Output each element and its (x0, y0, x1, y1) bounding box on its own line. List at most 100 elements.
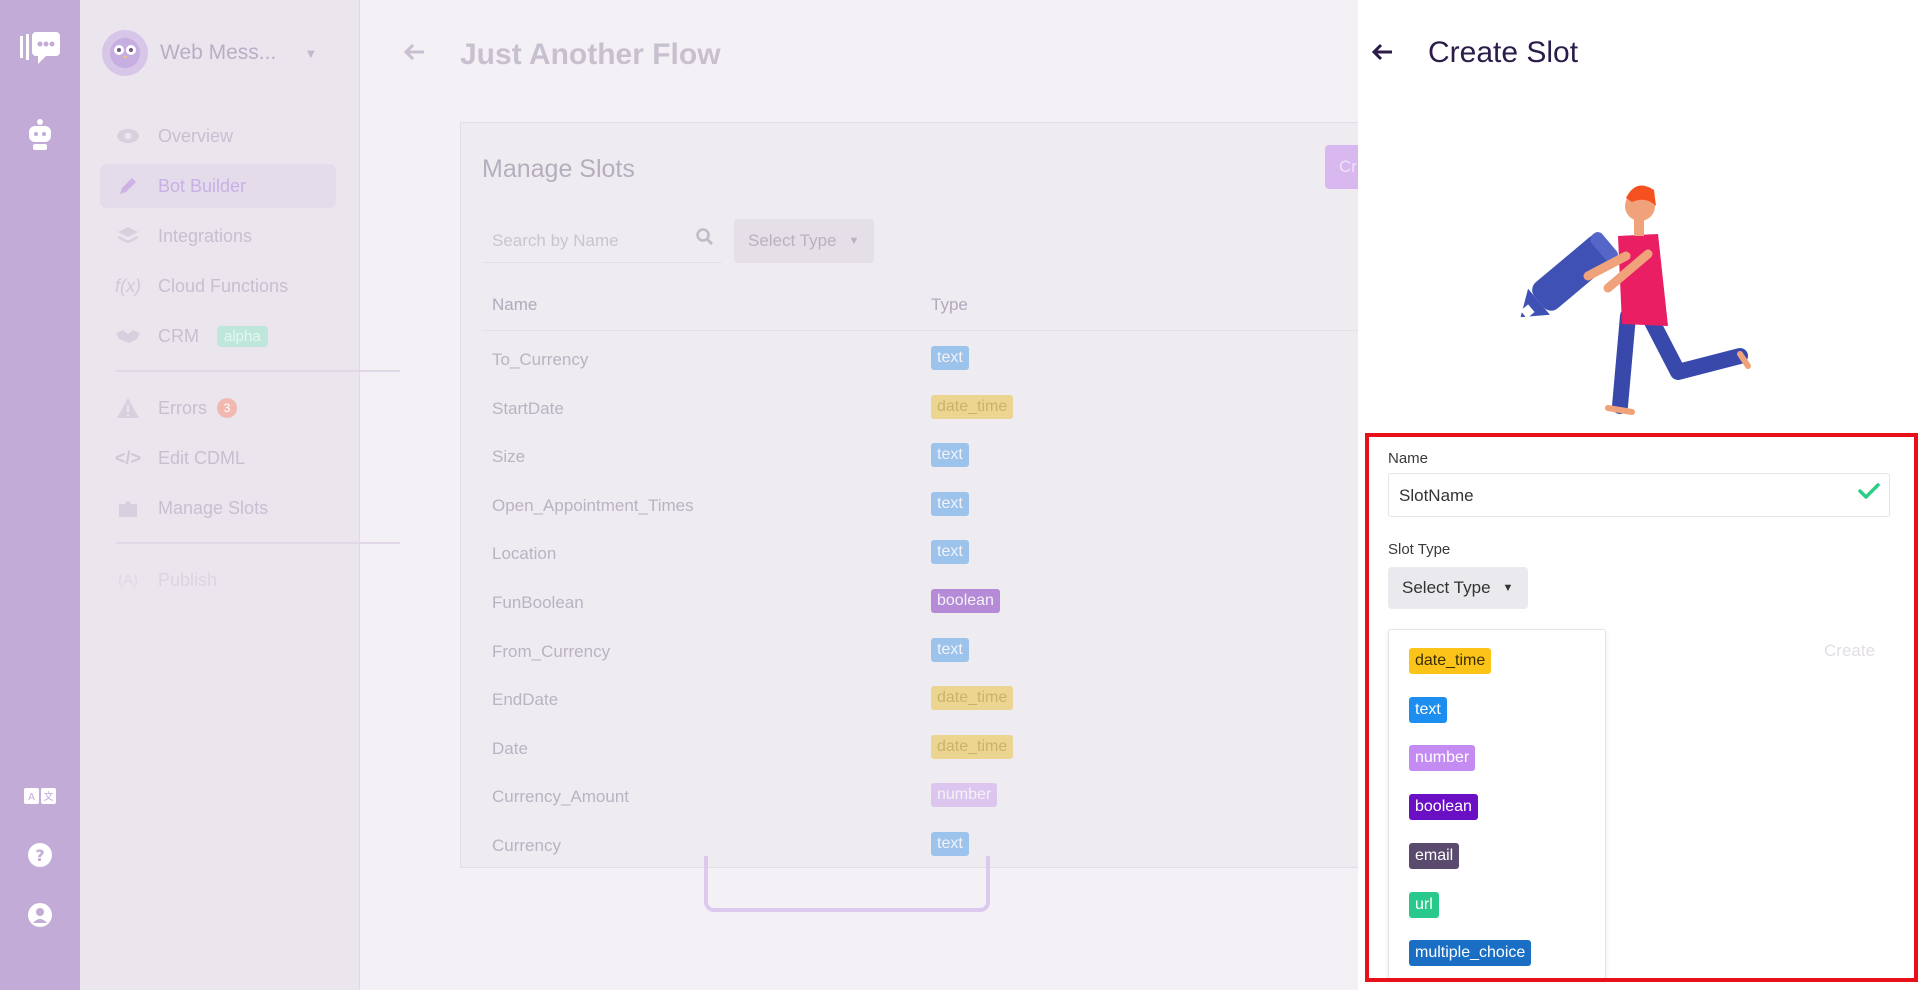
chevron-down-icon: ▼ (304, 45, 318, 61)
bot-icon[interactable] (0, 118, 80, 152)
flow-node (704, 856, 990, 912)
nav-item-cloud-functions[interactable]: f(x) Cloud Functions (100, 264, 336, 308)
person-with-pencil-illustration (1520, 185, 1751, 415)
header-divider (482, 330, 1359, 331)
slot-name: Currency_Amount (492, 787, 630, 807)
table-row[interactable]: To_Currency text (461, 336, 1359, 384)
bot-name: Web Mess... (160, 41, 277, 64)
caret-down-icon: ▼ (848, 235, 860, 247)
slot-type-select[interactable]: Select Type ▼ (1388, 567, 1528, 609)
help-icon[interactable]: ? (0, 842, 80, 868)
slot-type-option-boolean[interactable]: boolean (1409, 794, 1478, 821)
column-header-name: Name (492, 295, 538, 314)
create-button[interactable]: Create (1824, 641, 1875, 661)
slot-name: Currency (492, 836, 561, 855)
create-slot-button[interactable]: Cr (1325, 145, 1359, 189)
table-row[interactable]: Date date_time (461, 725, 1359, 773)
back-arrow-icon[interactable] (1371, 40, 1394, 68)
slot-name: To_Currency (492, 350, 589, 369)
nav-item-publish[interactable]: (A) Publish (100, 558, 336, 602)
table-row[interactable]: Size text (461, 433, 1359, 481)
nav-item-label: Integrations (158, 225, 253, 246)
slot-name: Size (492, 447, 526, 467)
search-input[interactable]: Search by Name (482, 219, 722, 263)
slot-name: FunBoolean (492, 593, 584, 612)
nav-item-label: Overview (158, 125, 234, 146)
nav-item-overview[interactable]: Overview (100, 114, 336, 158)
table-row[interactable]: StartDate date_time (461, 385, 1359, 433)
card-title: Manage Slots (482, 155, 635, 183)
slot-type-badge: number (931, 783, 998, 808)
bot-selector[interactable]: Web Mess... ▼ (102, 30, 317, 76)
error-count-badge: 3 (217, 398, 237, 418)
slot-type-badge: date_time (931, 734, 1014, 759)
nav-item-label: Bot Builder (158, 175, 247, 196)
sidebar-nav: Web Mess... ▼ Overview Bot Builder Integ… (80, 0, 400, 990)
table-row[interactable]: From_Currency text (461, 628, 1359, 676)
slot-type-dropdown: date_timetext number boolean email url multip… (1388, 629, 1606, 979)
owl-avatar-icon (102, 30, 148, 76)
table-row[interactable]: Open_Appointment_Times text (461, 482, 1359, 530)
slot-type-option-multiple-choice[interactable]: multiple_choice (1409, 940, 1532, 967)
table-row[interactable]: Currency_Amount number (461, 773, 1359, 821)
nav-divider (116, 542, 400, 544)
function-icon: f(x) (115, 275, 141, 296)
nav-item-bot-builder[interactable]: Bot Builder (100, 164, 336, 208)
translate-icon[interactable]: A 文 (0, 786, 80, 806)
slot-type-badge: text (931, 346, 969, 370)
eye-icon (114, 128, 142, 144)
panel-title: Create Slot (1428, 36, 1579, 69)
nav-item-manage-slots[interactable]: Manage Slots (100, 486, 336, 530)
type-filter-select[interactable]: Select Type ▼ (734, 219, 874, 263)
slot-type-option-text[interactable]: text (1409, 696, 1447, 723)
slot-type-badge: text (931, 832, 969, 856)
alpha-badge: alpha (217, 325, 268, 347)
column-header-type: Type (931, 295, 968, 314)
svg-text:A: A (28, 792, 35, 803)
slot-type-option-url[interactable]: url (1409, 891, 1439, 918)
caret-down-icon: ▼ (1502, 582, 1514, 594)
nav-item-crm[interactable]: CRM alpha (100, 314, 336, 358)
nav-item-edit-cdml[interactable]: </> Edit CDML (100, 436, 336, 480)
slot-type-badge: text (931, 540, 969, 565)
search-icon (696, 228, 714, 251)
slot-type-badge: boolean (931, 589, 1000, 613)
table-row[interactable]: Location text (461, 530, 1359, 578)
user-account-icon[interactable] (0, 902, 80, 928)
nav-item-label: Cloud Functions (158, 275, 289, 296)
slot-name: From_Currency (492, 641, 611, 661)
slot-name-input[interactable]: SlotName (1388, 473, 1890, 517)
nav-item-label: Errors (158, 397, 207, 418)
valid-check-icon (1858, 482, 1880, 505)
page-title: Just Another Flow (460, 38, 721, 71)
slot-type-select-label: Select Type (1402, 578, 1491, 597)
nav-item-integrations[interactable]: Integrations (100, 214, 336, 258)
table-row[interactable]: FunBoolean boolean (461, 579, 1359, 627)
publish-icon: (A) (118, 571, 138, 589)
svg-text:?: ? (35, 846, 44, 865)
name-field-label: Name (1388, 450, 1429, 467)
nav-item-errors[interactable]: Errors 3 (100, 386, 336, 430)
table-row[interactable]: EndDate date_time (461, 676, 1359, 724)
slot-type-option-email[interactable]: email (1409, 842, 1460, 869)
puzzle-icon (114, 497, 142, 519)
chat-logo-icon[interactable] (0, 30, 80, 66)
slot-name: Date (492, 738, 528, 758)
slot-type-badge: text (931, 491, 969, 516)
manage-slots-card: Manage Slots Cr Search by Name Select Ty… (460, 122, 1360, 868)
slot-name: StartDate (492, 398, 564, 418)
nav-item-label: Publish (158, 569, 218, 590)
slot-name: Location (492, 544, 557, 564)
nav-item-label: Edit CDML (158, 447, 246, 468)
type-filter-label: Select Type (748, 231, 837, 250)
back-arrow-icon[interactable] (403, 40, 426, 68)
slot-type-option-date-time[interactable]: date_time (1409, 648, 1492, 674)
svg-text:文: 文 (44, 790, 54, 803)
nav-divider (116, 370, 400, 372)
slot-name: Open_Appointment_Times (492, 495, 694, 515)
slot-type-label: Slot Type (1388, 541, 1451, 558)
slot-type-option-number[interactable]: number (1409, 745, 1476, 772)
warning-icon (114, 397, 142, 419)
code-icon: </> (114, 447, 142, 468)
slot-type-badge: date_time (931, 686, 1014, 711)
